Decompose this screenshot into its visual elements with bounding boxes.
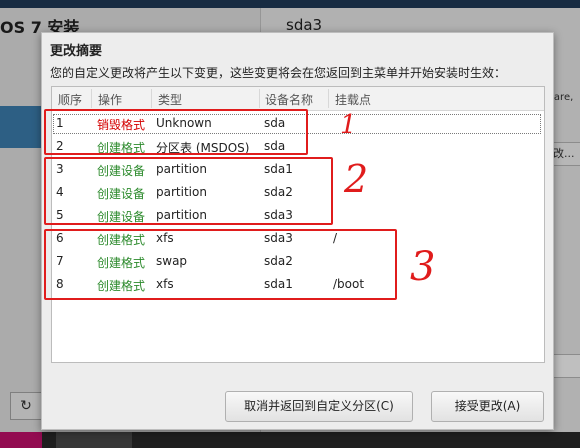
annotation-box-2 — [44, 157, 333, 225]
column-header-type[interactable]: 类型 — [158, 91, 182, 108]
table-header: 顺序 操作 类型 设备名称 挂载点 — [52, 87, 544, 111]
column-header-action[interactable]: 操作 — [98, 91, 122, 108]
column-separator — [259, 89, 260, 108]
column-header-device[interactable]: 设备名称 — [265, 91, 313, 108]
cancel-button[interactable]: 取消并返回到自定义分区(C) — [225, 391, 413, 422]
annotation-number-2: 2 — [344, 157, 369, 201]
dialog-description: 您的自定义更改将产生以下变更，这些变更将会在您返回到主菜单并开始安装时生效： — [50, 66, 507, 80]
column-separator — [151, 89, 152, 108]
column-separator — [328, 89, 329, 108]
annotation-number-3: 3 — [410, 244, 436, 290]
dialog-title: 更改摘要 — [50, 44, 103, 59]
annotation-box-1 — [44, 109, 308, 155]
accept-button[interactable]: 接受更改(A) — [431, 391, 544, 422]
annotation-box-3 — [44, 229, 397, 300]
column-header-mount[interactable]: 挂载点 — [335, 91, 371, 108]
column-header-order[interactable]: 顺序 — [58, 91, 82, 108]
column-separator — [91, 89, 92, 108]
annotation-number-1: 1 — [340, 110, 357, 140]
